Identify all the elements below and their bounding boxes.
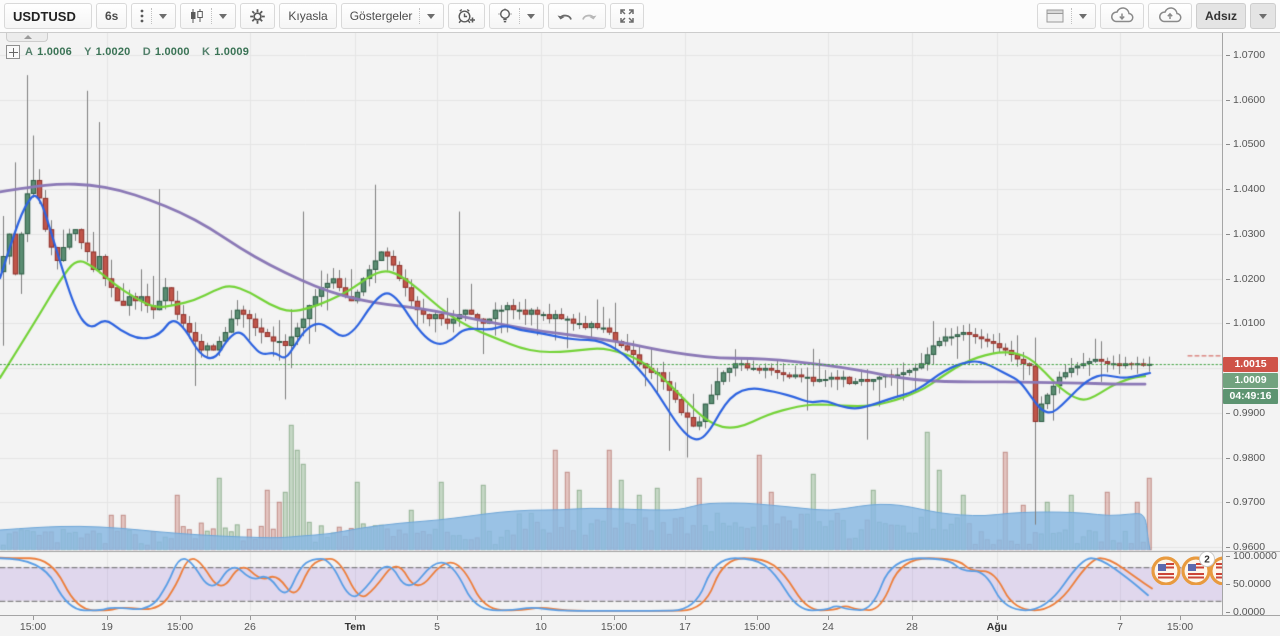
time-tick-label: 26 <box>222 616 278 633</box>
divider <box>151 8 153 24</box>
redo-icon[interactable] <box>580 10 597 23</box>
fullscreen-button[interactable] <box>610 3 645 29</box>
layout-name-label: Adsız <box>1204 9 1237 23</box>
time-tick-label: 15:00 <box>5 616 61 633</box>
time-tick-label: 15:00 <box>1152 616 1208 633</box>
price-tick-label: 0.9800 <box>1226 452 1265 464</box>
time-axis[interactable]: 15:00 19 15:00 26 Tem 5 10 15:00 17 15:00 24 28 Ağu 7… <box>0 615 1280 636</box>
chart-pane: A 1.0006 Y 1.0020 D 1.0000 K 1.0009 2 <box>0 33 1230 615</box>
divider <box>419 8 421 24</box>
price-tick-label: 0.9700 <box>1226 496 1265 508</box>
price-tick-label: 1.0400 <box>1226 183 1265 195</box>
indicators-label: Göstergeler <box>349 9 413 23</box>
divider <box>519 8 521 24</box>
time-tick-label: 15:00 <box>152 616 208 633</box>
undo-redo-buttons[interactable] <box>548 3 607 29</box>
chevron-down-icon <box>159 13 168 19</box>
time-tick-label: 19 <box>79 616 135 633</box>
flag-logo-icon <box>1151 556 1181 585</box>
time-tick-label: Ağu <box>969 616 1025 633</box>
high-value: 1.0020 <box>95 46 131 58</box>
countdown-badge: 04:49:16 <box>1223 389 1278 404</box>
expand-arrows-icon <box>619 8 635 24</box>
interval-options-button[interactable] <box>131 3 177 29</box>
gear-icon <box>249 8 266 25</box>
time-tick-label: 24 <box>800 616 856 633</box>
svg-text:2: 2 <box>1204 555 1210 566</box>
time-tick-label: 15:00 <box>729 616 785 633</box>
add-alert-button[interactable] <box>448 3 486 29</box>
chevron-down-icon <box>1259 13 1267 19</box>
count-badge: 2 <box>1199 551 1215 567</box>
open-label: A <box>25 46 34 58</box>
interval-button[interactable]: 6s <box>96 3 128 29</box>
cloud-upload-icon <box>1157 7 1183 25</box>
price-tick-label: 0.9900 <box>1226 407 1265 419</box>
ideas-button[interactable] <box>489 3 545 29</box>
open-value: 1.0006 <box>37 46 73 58</box>
price-tick-label: 1.0500 <box>1226 138 1265 150</box>
lightbulb-icon <box>498 8 512 25</box>
high-label: Y <box>84 46 92 58</box>
price-chart-canvas[interactable] <box>0 33 1222 615</box>
cloud-download-icon <box>1109 7 1135 25</box>
chevron-down-icon <box>427 13 436 19</box>
divider <box>211 8 213 24</box>
ohlc-legend: A 1.0006 Y 1.0020 D 1.0000 K 1.0009 <box>25 46 258 58</box>
dots-vertical-icon <box>140 8 144 24</box>
chevron-down-icon <box>527 13 536 19</box>
price-tick-label: 50.0000 <box>1226 578 1271 590</box>
chevron-down-icon <box>1078 13 1087 19</box>
time-tick-label: 17 <box>657 616 713 633</box>
symbol-logo-badges: 2 <box>1151 551 1230 585</box>
low-label: D <box>142 46 151 58</box>
candlestick-style-icon <box>189 8 204 24</box>
chart-style-button[interactable] <box>180 3 237 29</box>
alarm-clock-plus-icon <box>457 8 476 25</box>
pane-separator[interactable] <box>0 551 1280 552</box>
load-layout-button[interactable] <box>1099 3 1144 29</box>
layout-grid-icon <box>1046 9 1064 23</box>
close-label: K <box>202 46 211 58</box>
price-axis[interactable]: 1.0015 1.0009 04:49:16 1.0700 1.0600 1.050… <box>1222 33 1280 618</box>
time-tick-label: 5 <box>409 616 465 633</box>
price-tick-label: 1.0300 <box>1226 228 1265 240</box>
last-price-badge: 1.0015 <box>1223 357 1278 372</box>
layout-name-button[interactable]: Adsız <box>1195 3 1246 29</box>
undo-icon[interactable] <box>557 10 574 23</box>
price-tick-label: 1.0600 <box>1226 94 1265 106</box>
time-tick-label: Tem <box>327 616 383 633</box>
time-tick-label: 7 <box>1092 616 1148 633</box>
price-tick-label: 1.0200 <box>1226 273 1265 285</box>
time-tick-label: 15:00 <box>586 616 642 633</box>
close-value: 1.0009 <box>214 46 250 58</box>
add-plus-icon[interactable] <box>6 45 20 59</box>
compare-label: Kıyasla <box>288 9 328 23</box>
chevron-down-icon <box>219 13 228 19</box>
current-price-badge: 1.0009 <box>1223 373 1278 388</box>
divider <box>1070 8 1072 24</box>
price-tick-label: 1.0700 <box>1226 49 1265 61</box>
interval-label: 6s <box>105 9 119 23</box>
price-tick-label: 1.0100 <box>1226 317 1265 329</box>
toolbar: USDTUSD 6s Kıyasla Göstergeler Adsız <box>0 0 1280 33</box>
indicators-button[interactable]: Göstergeler <box>340 3 445 29</box>
symbol-label: USDTUSD <box>13 8 76 24</box>
low-value: 1.0000 <box>154 46 190 58</box>
layout-select-button[interactable] <box>1036 3 1096 29</box>
save-layout-button[interactable] <box>1147 3 1192 29</box>
drawing-toolbar-collapse-handle[interactable] <box>6 33 48 42</box>
chart-properties-button[interactable] <box>240 3 276 29</box>
time-tick-label: 28 <box>884 616 940 633</box>
time-tick-label: 10 <box>513 616 569 633</box>
symbol-button[interactable]: USDTUSD <box>4 3 92 29</box>
compare-button[interactable]: Kıyasla <box>279 3 337 29</box>
layout-menu-button[interactable] <box>1250 3 1276 29</box>
